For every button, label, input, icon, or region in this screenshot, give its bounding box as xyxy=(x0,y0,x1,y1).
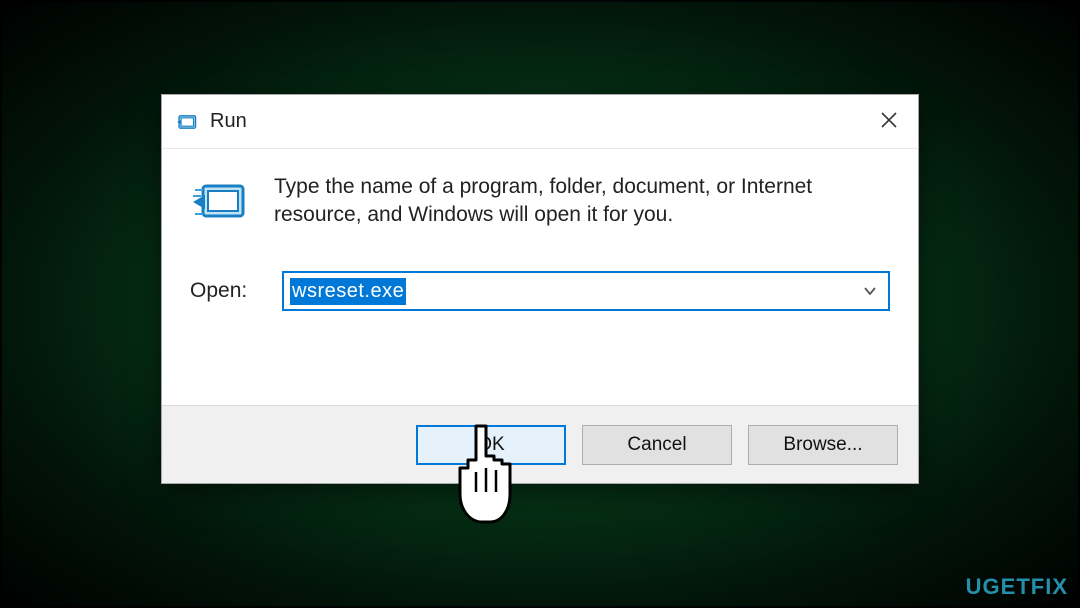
button-row: OK Cancel Browse... xyxy=(162,405,918,483)
run-titlebar-icon xyxy=(176,110,200,134)
dialog-body: Type the name of a program, folder, docu… xyxy=(162,149,918,321)
description-row: Type the name of a program, folder, docu… xyxy=(190,171,890,233)
ok-button[interactable]: OK xyxy=(416,425,566,465)
open-label: Open: xyxy=(190,279,260,303)
cancel-button[interactable]: Cancel xyxy=(582,425,732,465)
open-combobox[interactable]: wsreset.exe xyxy=(282,271,890,311)
run-dialog: Run Type the name of xyxy=(161,94,919,484)
open-input-value: wsreset.exe xyxy=(290,278,406,305)
chevron-down-icon xyxy=(862,283,878,299)
browse-button[interactable]: Browse... xyxy=(748,425,898,465)
description-text: Type the name of a program, folder, docu… xyxy=(274,171,890,230)
watermark: UGETFIX xyxy=(966,574,1068,600)
titlebar: Run xyxy=(162,95,918,149)
open-field-row: Open: wsreset.exe xyxy=(190,271,890,311)
close-button[interactable] xyxy=(860,95,918,149)
close-icon xyxy=(880,109,898,135)
run-icon xyxy=(190,171,252,233)
combobox-dropdown-button[interactable] xyxy=(852,273,888,309)
open-input[interactable]: wsreset.exe xyxy=(284,273,852,309)
dialog-title: Run xyxy=(210,110,247,133)
